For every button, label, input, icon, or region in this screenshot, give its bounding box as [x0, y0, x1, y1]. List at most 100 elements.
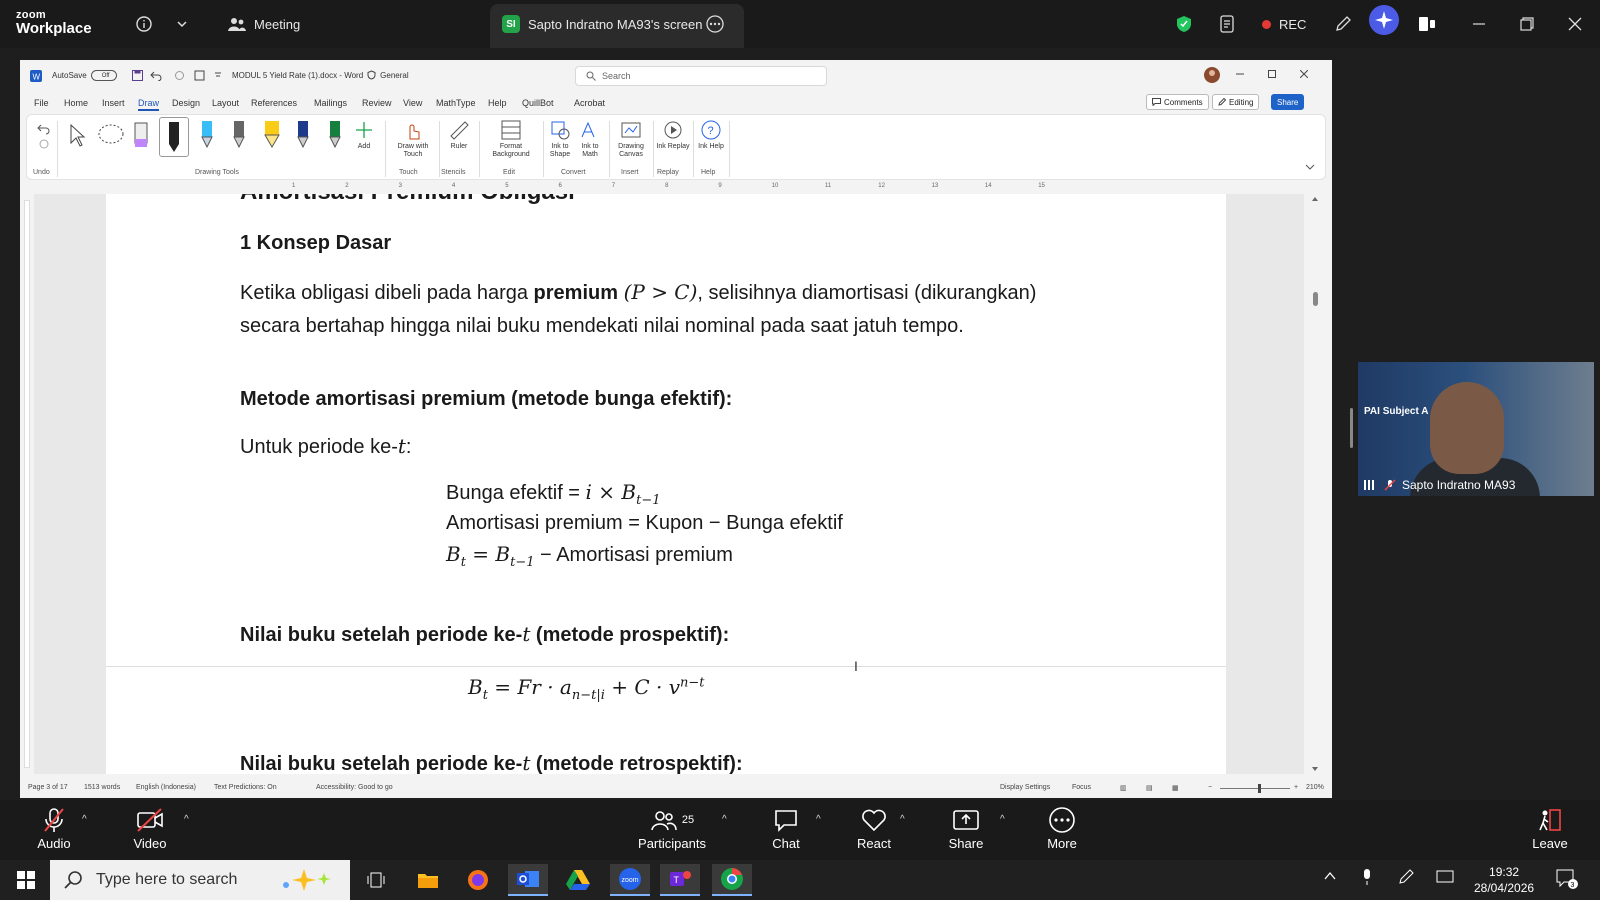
status-text-predictions[interactable]: Text Predictions: On: [214, 784, 277, 791]
minimize-window-icon[interactable]: [1472, 12, 1486, 36]
chat-button[interactable]: Chat: [754, 806, 818, 851]
google-drive-icon[interactable]: [558, 864, 598, 896]
menu-acrobat[interactable]: Acrobat: [574, 98, 605, 108]
focus-button[interactable]: Focus: [1072, 784, 1091, 791]
print-layout-icon[interactable]: ▤: [1146, 784, 1153, 792]
menu-mathtype[interactable]: MathType: [436, 98, 476, 108]
status-accessibility[interactable]: Accessibility: Good to go: [316, 784, 393, 791]
share-button[interactable]: Share: [1271, 94, 1305, 110]
outlook-icon[interactable]: [508, 864, 548, 896]
participant-video[interactable]: PAI Subject A Sapto Indratno MA93: [1358, 362, 1594, 496]
word-close-icon[interactable]: [1300, 70, 1308, 78]
scroll-up-icon[interactable]: [1306, 194, 1324, 204]
task-view-icon[interactable]: [356, 864, 396, 896]
web-layout-icon[interactable]: ▦: [1172, 784, 1179, 792]
scroll-down-icon[interactable]: [1306, 764, 1324, 774]
print-icon[interactable]: [194, 70, 205, 81]
menu-design[interactable]: Design: [172, 98, 200, 108]
read-mode-icon[interactable]: ▥: [1120, 784, 1127, 792]
restore-window-icon[interactable]: [1520, 12, 1534, 36]
green-pen-icon[interactable]: [327, 119, 343, 154]
taskbar-search-input[interactable]: Type here to search: [50, 860, 350, 900]
ink-to-shape-button[interactable]: Ink to Shape: [545, 119, 575, 160]
show-hidden-icons[interactable]: [1324, 870, 1336, 884]
menu-layout[interactable]: Layout: [212, 98, 239, 108]
video-button[interactable]: Video: [118, 806, 182, 851]
gray-pen-icon[interactable]: [231, 119, 247, 154]
ink-replay-button[interactable]: Ink Replay: [655, 119, 691, 151]
redo-icon[interactable]: [174, 70, 185, 81]
meeting-info-icon[interactable]: [136, 12, 152, 36]
participants-options-icon[interactable]: ^: [722, 814, 727, 825]
security-shield-icon[interactable]: [1176, 12, 1192, 36]
sensitivity-label[interactable]: General: [380, 71, 408, 80]
meeting-tab[interactable]: Meeting: [228, 12, 300, 36]
tray-pen-icon[interactable]: [1398, 869, 1414, 888]
navy-pen-icon[interactable]: [295, 119, 311, 154]
chevron-down-icon[interactable]: [176, 12, 188, 36]
save-icon[interactable]: [132, 70, 143, 81]
menu-mailings[interactable]: Mailings: [314, 98, 347, 108]
file-explorer-icon[interactable]: [408, 864, 448, 896]
share-options-icon[interactable]: ^: [1000, 814, 1005, 825]
editing-mode-button[interactable]: Editing: [1212, 94, 1260, 110]
format-background-button[interactable]: Format Background: [483, 119, 539, 160]
recording-indicator[interactable]: REC: [1262, 12, 1306, 36]
react-options-icon[interactable]: ^: [900, 814, 905, 825]
ink-help-button[interactable]: ? Ink Help: [695, 119, 727, 151]
yellow-highlighter-icon[interactable]: [263, 119, 281, 154]
eraser-icon[interactable]: [133, 121, 149, 154]
ink-to-math-button[interactable]: Ink to Math: [575, 119, 605, 160]
chat-options-icon[interactable]: ^: [816, 814, 821, 825]
ruler-button[interactable]: Ruler: [441, 119, 477, 151]
audio-button[interactable]: Audio: [22, 806, 86, 851]
tray-display-icon[interactable]: [1436, 870, 1454, 887]
zoom-out-icon[interactable]: −: [1208, 784, 1212, 791]
chrome-icon[interactable]: [712, 864, 752, 896]
audio-options-icon[interactable]: ^: [82, 814, 87, 825]
menu-home[interactable]: Home: [64, 98, 88, 108]
status-language[interactable]: English (Indonesia): [136, 784, 196, 791]
ribbon-undo-icon[interactable]: [37, 121, 51, 154]
menu-help[interactable]: Help: [488, 98, 507, 108]
zoom-slider-knob[interactable]: [1258, 784, 1261, 793]
account-avatar[interactable]: [1204, 67, 1220, 83]
word-restore-icon[interactable]: [1268, 70, 1276, 78]
menu-references[interactable]: References: [251, 98, 297, 108]
zoom-app-icon[interactable]: zoom: [610, 864, 650, 896]
undo-icon[interactable]: [150, 70, 162, 81]
autosave-toggle[interactable]: AutoSave Off: [52, 70, 117, 81]
word-minimize-icon[interactable]: [1236, 70, 1244, 78]
menu-file[interactable]: File: [34, 98, 49, 108]
scrollbar-thumb[interactable]: [1313, 292, 1318, 306]
more-button[interactable]: More: [1030, 806, 1094, 851]
word-search-input[interactable]: Search: [575, 66, 827, 86]
apps-icon[interactable]: [1418, 12, 1436, 36]
black-pen-selected-icon[interactable]: [159, 117, 189, 157]
notification-center-icon[interactable]: 3: [1556, 869, 1578, 892]
video-panel-handle[interactable]: [1350, 408, 1353, 448]
menu-quillbot[interactable]: QuillBot: [522, 98, 554, 108]
customize-toolbar-icon[interactable]: [214, 70, 222, 78]
blue-highlighter-icon[interactable]: [199, 119, 215, 154]
autosave-switch[interactable]: Off: [90, 70, 117, 81]
menu-review[interactable]: Review: [362, 98, 392, 108]
windows-start-icon[interactable]: [6, 864, 46, 896]
teams-icon[interactable]: T: [660, 864, 700, 896]
add-pen-button[interactable]: Add: [353, 119, 375, 151]
document-page-continued[interactable]: Bt = Fr · an−t|i + C · vn−t Nilai buku s…: [106, 666, 1226, 774]
lasso-select-icon[interactable]: [97, 123, 125, 152]
status-words[interactable]: 1513 words: [84, 784, 120, 791]
collapse-ribbon-icon[interactable]: [1305, 163, 1315, 174]
screen-share-tab[interactable]: SI Sapto Indratno MA93's screen: [490, 4, 744, 48]
menu-insert[interactable]: Insert: [102, 98, 125, 108]
participants-button[interactable]: 25 Participants: [634, 806, 710, 851]
close-window-icon[interactable]: [1568, 12, 1582, 36]
menu-view[interactable]: View: [403, 98, 422, 108]
menu-draw[interactable]: Draw: [138, 98, 160, 111]
select-arrow-icon[interactable]: [67, 123, 89, 152]
tray-microphone-icon[interactable]: [1362, 869, 1372, 888]
zoom-slider[interactable]: [1220, 788, 1290, 789]
draw-with-touch-button[interactable]: Draw with Touch: [391, 119, 435, 160]
zoom-in-icon[interactable]: +: [1294, 784, 1298, 791]
